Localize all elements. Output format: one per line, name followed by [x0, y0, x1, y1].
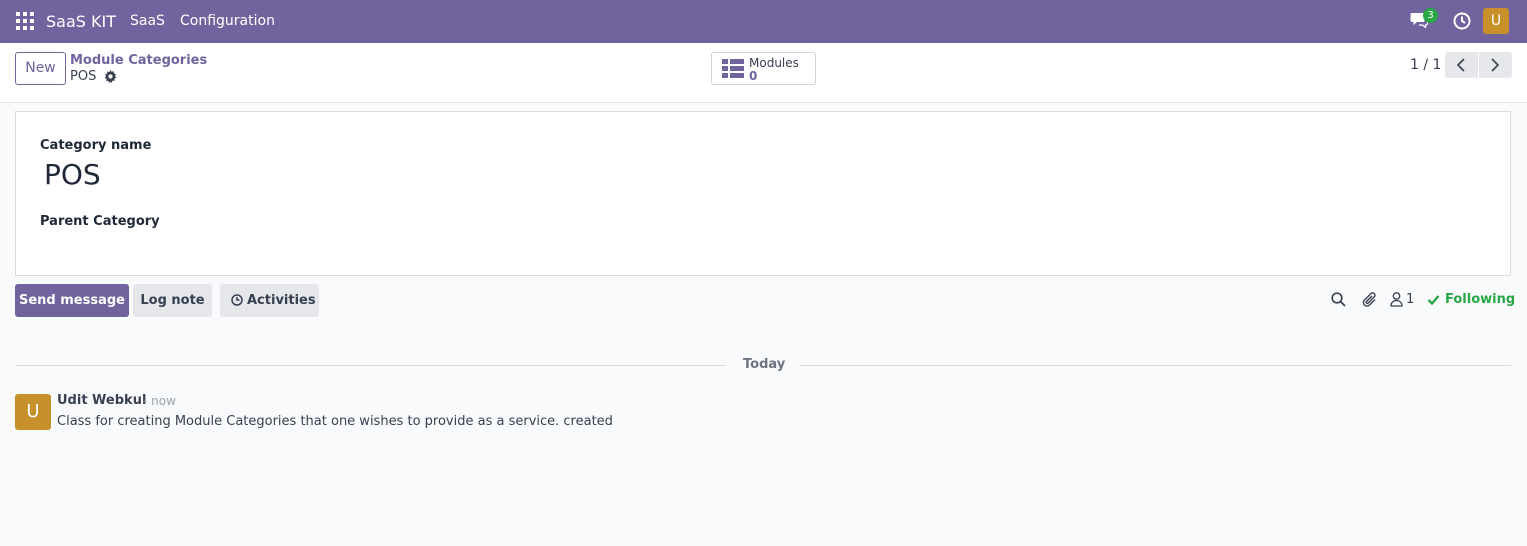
- chat-count-badge: 3: [1423, 8, 1438, 23]
- pager-value[interactable]: 1 / 1: [1410, 57, 1441, 73]
- clock-icon: [231, 294, 243, 306]
- category-name-field[interactable]: POS: [44, 158, 101, 191]
- log-note-button[interactable]: Log note: [133, 284, 212, 317]
- menu-item-configuration[interactable]: Configuration: [180, 13, 275, 29]
- user-avatar[interactable]: U: [1483, 8, 1509, 34]
- control-panel: New Module Categories POS Modules 0 1 / …: [0, 43, 1527, 103]
- smart-button-label: Modules: [749, 56, 799, 70]
- date-separator-label: Today: [743, 357, 786, 372]
- category-name-label: Category name: [40, 138, 152, 153]
- search-icon[interactable]: [1331, 292, 1346, 307]
- smart-button-value: 0: [749, 69, 758, 83]
- list-icon: [722, 59, 744, 78]
- check-icon: [1427, 295, 1440, 306]
- message-author[interactable]: Udit Webkul: [57, 393, 146, 408]
- message-body: Class for creating Module Categories tha…: [57, 414, 613, 429]
- menu-item-saas[interactable]: SaaS: [130, 13, 165, 29]
- breadcrumb-parent-link[interactable]: Module Categories: [70, 53, 207, 68]
- gear-icon[interactable]: [104, 70, 117, 83]
- date-separator-line: [15, 365, 726, 366]
- pager-previous-button[interactable]: [1445, 52, 1478, 78]
- message-date: - now: [143, 394, 176, 408]
- new-button[interactable]: New: [15, 52, 66, 85]
- top-navbar: SaaS KIT SaaS Configuration 3 U: [0, 0, 1527, 43]
- message-author-avatar[interactable]: U: [15, 394, 51, 430]
- pager-next-button[interactable]: [1479, 52, 1512, 78]
- paperclip-icon[interactable]: [1362, 291, 1378, 308]
- activity-clock-icon[interactable]: [1453, 12, 1471, 30]
- activities-button[interactable]: Activities: [220, 284, 319, 317]
- form-sheet: Category name POS Parent Category: [15, 111, 1511, 276]
- follower-count[interactable]: 1: [1406, 292, 1414, 307]
- following-button[interactable]: Following: [1445, 292, 1515, 307]
- apps-menu-icon[interactable]: [16, 12, 34, 30]
- date-separator-line: [800, 365, 1511, 366]
- app-brand[interactable]: SaaS KIT: [46, 12, 116, 31]
- activities-label: Activities: [247, 293, 316, 308]
- send-message-button[interactable]: Send message: [15, 284, 129, 317]
- breadcrumb-current: POS: [70, 69, 97, 84]
- chevron-left-icon: [1456, 58, 1465, 72]
- modules-smart-button[interactable]: Modules 0: [711, 52, 816, 85]
- chevron-right-icon: [1491, 58, 1500, 72]
- parent-category-label: Parent Category: [40, 214, 160, 229]
- follower-icon[interactable]: [1390, 292, 1403, 307]
